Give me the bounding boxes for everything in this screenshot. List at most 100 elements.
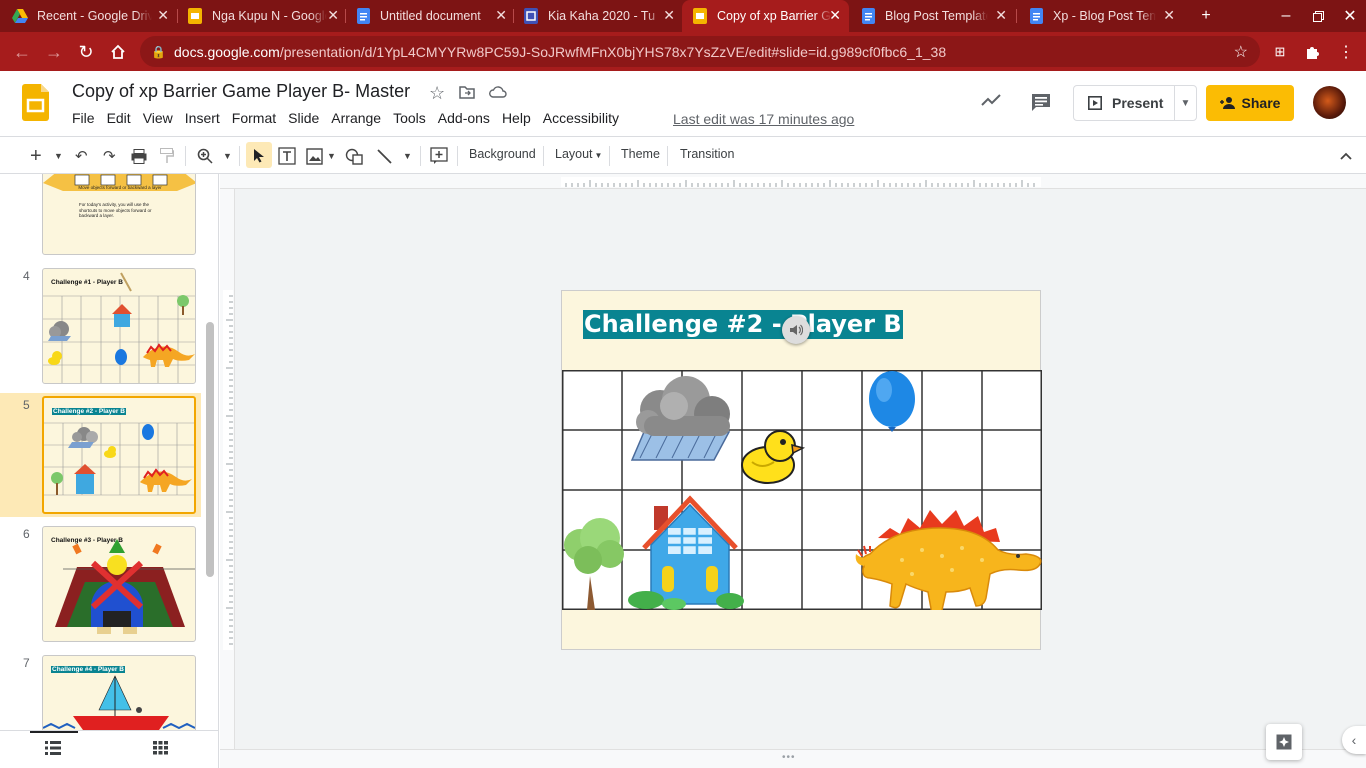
background-button[interactable]: Background (469, 147, 536, 161)
redo-icon[interactable]: ↷ (103, 145, 116, 167)
menu-view[interactable]: View (137, 110, 179, 126)
filmstrip-scrollbar[interactable] (206, 322, 214, 577)
tab-xp-blog-post[interactable]: Xp - Blog Post Template ✕ (1028, 0, 1183, 32)
speaker-notes-divider[interactable]: ••• (220, 749, 1366, 768)
slides-icon (187, 8, 203, 24)
forward-icon[interactable]: → (42, 40, 66, 64)
new-slide-icon[interactable]: + (30, 145, 42, 167)
tab-title: Blog Post Template (885, 9, 988, 23)
menu-insert[interactable]: Insert (179, 110, 226, 126)
extension-grid-icon[interactable]: ⊞ (1268, 40, 1292, 64)
share-button[interactable]: Share (1206, 85, 1294, 121)
slide-title[interactable]: Challenge #2 - Player B (583, 310, 903, 339)
document-title[interactable]: Copy of xp Barrier Game Player B- Master (72, 81, 410, 102)
slide-number: 4 (23, 269, 30, 283)
menu-help[interactable]: Help (496, 110, 537, 126)
new-tab-icon[interactable]: + (1190, 0, 1222, 32)
audio-speaker-icon[interactable] (782, 316, 810, 344)
slide-thumbnail-4[interactable]: Challenge #1 - Player B (42, 268, 196, 384)
menu-addons[interactable]: Add-ons (432, 110, 496, 126)
menu-tools[interactable]: Tools (387, 110, 432, 126)
close-icon[interactable]: ✕ (663, 7, 675, 24)
bookmark-star-icon[interactable]: ☆ (1234, 42, 1248, 62)
layout-button[interactable]: Layout ▼ (555, 147, 602, 161)
address-bar-row: ← → ↻ 🔒 docs.google.com/presentation/d/1… (0, 32, 1366, 71)
close-icon[interactable]: ✕ (829, 7, 841, 24)
shape-icon[interactable] (345, 145, 364, 167)
tab-blog-post-template[interactable]: Blog Post Template ✕ (860, 0, 1015, 32)
menu-slide[interactable]: Slide (282, 110, 325, 126)
image-icon[interactable] (306, 145, 323, 167)
undo-icon[interactable]: ↶ (75, 145, 88, 167)
filmstrip-view-switcher (0, 730, 219, 768)
print-icon[interactable] (131, 145, 147, 167)
new-slide-dropdown-icon[interactable]: ▼ (54, 145, 63, 167)
present-dropdown-icon[interactable]: ▼ (1174, 86, 1196, 120)
menu-accessibility[interactable]: Accessibility (537, 110, 625, 126)
close-icon[interactable]: ✕ (157, 7, 169, 24)
line-icon[interactable] (376, 145, 393, 167)
menu-bar: File Edit View Insert Format Slide Arran… (66, 110, 625, 126)
collapse-toolbar-icon[interactable] (1340, 145, 1352, 167)
tab-nga-kupu[interactable]: Nga Kupu N - Google Slides ✕ (187, 0, 347, 32)
select-tool-icon[interactable] (246, 142, 272, 168)
close-icon[interactable]: ✕ (495, 7, 507, 24)
reload-icon[interactable]: ↻ (74, 40, 98, 64)
present-label: Present (1112, 95, 1164, 111)
move-folder-icon[interactable] (459, 85, 475, 104)
star-icon[interactable]: ☆ (429, 83, 445, 104)
tab-copy-of-xp-barrier-active[interactable]: Copy of xp Barrier Game ✕ (682, 0, 849, 32)
text-box-icon[interactable] (278, 145, 296, 167)
close-icon[interactable]: ✕ (327, 7, 339, 24)
menu-format[interactable]: Format (226, 110, 282, 126)
tab-recent-drive[interactable]: Recent - Google Drive ✕ (12, 0, 177, 32)
url-field[interactable]: 🔒 docs.google.com/presentation/d/1YpL4CM… (140, 36, 1260, 67)
slide-thumbnail-6[interactable]: Challenge #3 - Player B (42, 526, 196, 642)
list-view-icon[interactable] (45, 741, 61, 758)
share-label: Share (1241, 95, 1281, 111)
transition-button[interactable]: Transition (680, 147, 734, 161)
horizontal-ruler[interactable] (220, 174, 1366, 189)
activity-trend-icon[interactable] (981, 93, 1001, 112)
cloud-saved-icon[interactable] (489, 85, 507, 103)
zoom-dropdown-icon[interactable]: ▼ (223, 145, 232, 167)
explore-assistant-icon[interactable] (1266, 724, 1302, 760)
menu-arrange[interactable]: Arrange (325, 110, 387, 126)
close-icon[interactable]: ✕ (995, 7, 1007, 24)
close-icon[interactable]: ✕ (1163, 7, 1175, 24)
current-slide[interactable]: Challenge #2 - Player B (561, 290, 1042, 650)
slide-thumbnail-3[interactable]: Move objects forward or backward a layer… (42, 174, 196, 255)
slides-logo-icon[interactable] (22, 84, 49, 124)
last-edit-link[interactable]: Last edit was 17 minutes ago (673, 111, 854, 127)
vertical-ruler[interactable] (220, 189, 235, 749)
slide-thumbnail-7[interactable]: Challenge #4 - Player B (42, 655, 196, 730)
menu-file[interactable]: File (66, 110, 101, 126)
tab-title: Kia Kaha 2020 - Tu (548, 9, 656, 23)
present-icon (1088, 96, 1102, 110)
paint-format-icon[interactable] (160, 145, 174, 167)
browser-menu-icon[interactable]: ⋮ (1334, 40, 1358, 64)
zoom-icon[interactable] (197, 145, 213, 167)
extensions-puzzle-icon[interactable] (1300, 40, 1324, 64)
close-window-icon[interactable]: ✕ (1334, 0, 1366, 32)
menu-edit[interactable]: Edit (101, 110, 137, 126)
line-dropdown-icon[interactable]: ▼ (403, 145, 412, 167)
comment-icon[interactable] (1031, 93, 1051, 116)
grid-view-icon[interactable] (153, 741, 168, 758)
back-icon[interactable]: ← (10, 40, 34, 64)
slide-filmstrip: Move objects forward or backward a layer… (0, 174, 219, 730)
home-icon[interactable] (106, 40, 130, 64)
side-panel-toggle-icon[interactable]: ‹ (1342, 726, 1366, 754)
restore-icon[interactable] (1302, 0, 1334, 32)
insert-comment-icon[interactable] (430, 145, 448, 167)
image-dropdown-icon[interactable]: ▼ (327, 145, 336, 167)
slide-thumbnail-5-selected[interactable]: Challenge #2 - Player B (42, 396, 196, 514)
drag-handle-icon[interactable]: ••• (782, 752, 796, 763)
present-button[interactable]: Present ▼ (1073, 85, 1197, 121)
tab-untitled-document[interactable]: Untitled document ✕ (355, 0, 515, 32)
tab-kia-kaha[interactable]: Kia Kaha 2020 - Tu ✕ (523, 0, 683, 32)
slide-number: 5 (23, 398, 30, 412)
avatar[interactable] (1313, 86, 1346, 119)
minimize-icon[interactable]: – (1270, 0, 1302, 32)
theme-button[interactable]: Theme (621, 147, 660, 161)
